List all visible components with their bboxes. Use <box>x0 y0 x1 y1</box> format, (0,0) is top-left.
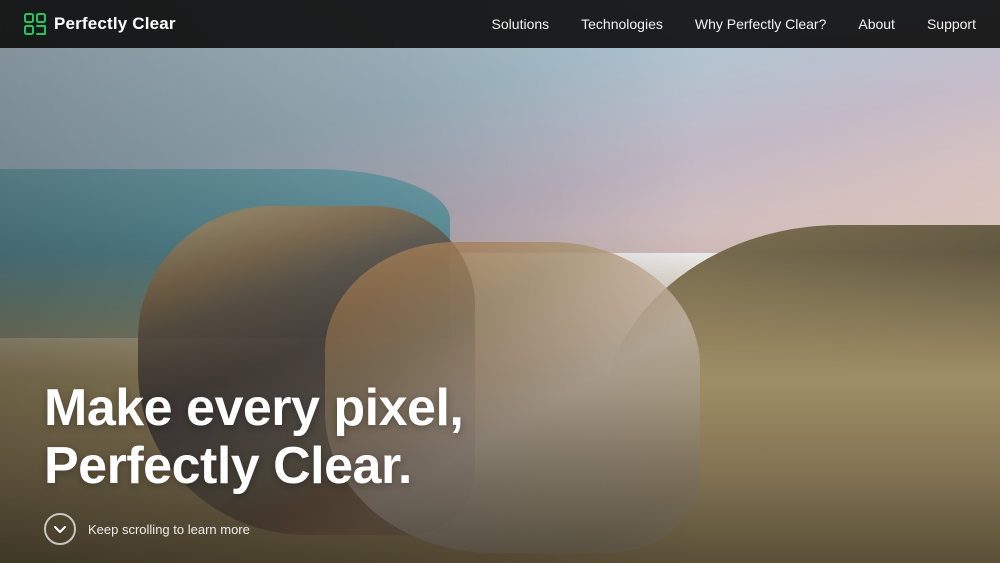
brand-logo-icon <box>24 13 46 35</box>
nav-link-why[interactable]: Why Perfectly Clear? <box>695 16 826 32</box>
hero-section: Perfectly Clear Solutions Technologies W… <box>0 0 1000 563</box>
brand-name: Perfectly Clear <box>54 14 176 34</box>
nav-link-solutions[interactable]: Solutions <box>492 16 550 32</box>
scroll-indicator: Keep scrolling to learn more <box>44 513 250 545</box>
nav-link-about[interactable]: About <box>858 16 895 32</box>
hero-headline-line2: Perfectly Clear. <box>44 437 412 495</box>
brand-logo[interactable]: Perfectly Clear <box>24 13 176 35</box>
nav-link-support[interactable]: Support <box>927 16 976 32</box>
nav-link-technologies[interactable]: Technologies <box>581 16 663 32</box>
chevron-down-icon <box>53 522 67 536</box>
hero-headline: Make every pixel, Perfectly Clear. <box>44 379 463 495</box>
nav-links: Solutions Technologies Why Perfectly Cle… <box>492 16 976 32</box>
hero-headline-line1: Make every pixel, <box>44 379 463 437</box>
scroll-down-button[interactable] <box>44 513 76 545</box>
hero-content: Make every pixel, Perfectly Clear. <box>44 379 463 495</box>
navbar: Perfectly Clear Solutions Technologies W… <box>0 0 1000 48</box>
scroll-label: Keep scrolling to learn more <box>88 522 250 537</box>
